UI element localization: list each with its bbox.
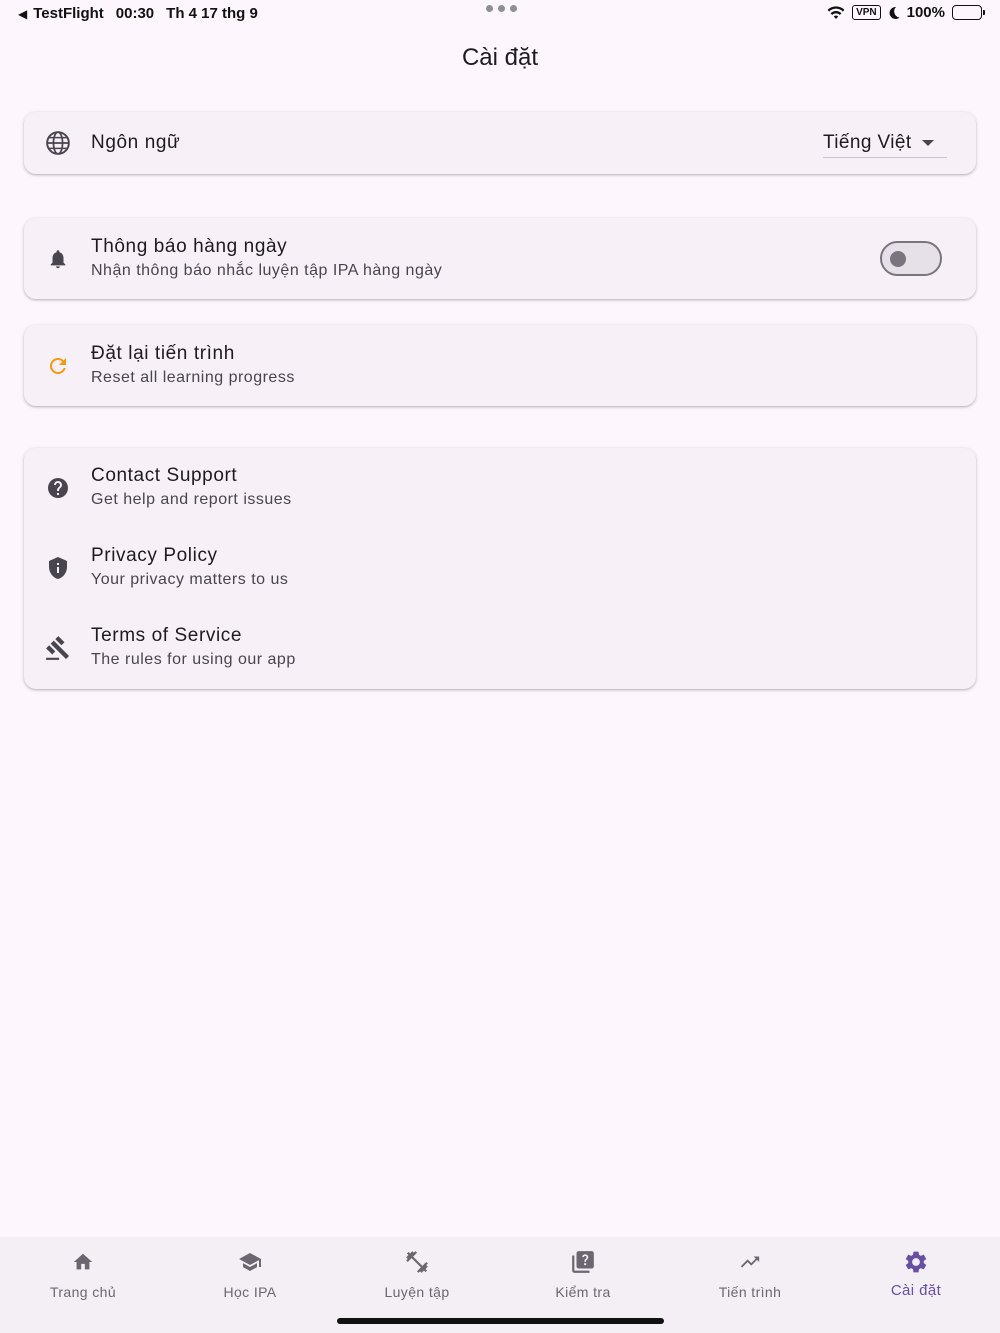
page-title: Cài đặt [461, 44, 539, 71]
nav-item-settings[interactable]: Cài đặt [846, 1249, 986, 1299]
status-date: Th 4 17 thg 9 [166, 5, 258, 22]
nav-label-test: Kiểm tra [555, 1284, 611, 1300]
notifications-row[interactable]: Thông báo hàng ngày Nhận thông báo nhắc … [24, 218, 976, 299]
shield-info-icon [45, 555, 71, 581]
refresh-icon [45, 353, 71, 379]
back-arrow-icon[interactable]: ◀ [18, 7, 27, 21]
status-bar: ◀ TestFlight 00:30 Th 4 17 thg 9 VPN 100… [0, 0, 1000, 28]
terms-of-service-text: Terms of Service The rules for using our… [91, 624, 296, 672]
trending-up-icon [680, 1249, 820, 1275]
home-indicator[interactable] [337, 1318, 664, 1324]
language-selected-value: Tiếng Việt [823, 131, 912, 153]
home-icon [13, 1249, 153, 1275]
reset-text: Đặt lại tiến trình Reset all learning pr… [91, 342, 295, 390]
privacy-policy-text: Privacy Policy Your privacy matters to u… [91, 544, 288, 592]
vpn-badge: VPN [852, 5, 881, 20]
nav-label-practice: Luyện tập [384, 1284, 450, 1300]
dropdown-arrow-icon [921, 139, 934, 146]
wifi-icon [827, 5, 845, 19]
privacy-policy-row[interactable]: Privacy Policy Your privacy matters to u… [24, 528, 976, 608]
nav-label-progress: Tiến trình [718, 1284, 782, 1300]
privacy-policy-subtitle: Your privacy matters to us [91, 571, 289, 588]
contact-support-row[interactable]: Contact Support Get help and report issu… [24, 448, 976, 528]
nav-item-practice[interactable]: Luyện tập [347, 1249, 487, 1300]
language-text: Ngôn ngữ [91, 131, 180, 155]
nav-label-home: Trang chủ [49, 1284, 117, 1300]
bell-icon [45, 246, 71, 272]
contact-support-subtitle: Get help and report issues [91, 491, 292, 508]
globe-icon [45, 130, 71, 156]
language-label: Ngôn ngữ [91, 132, 181, 153]
quiz-icon [513, 1249, 653, 1275]
info-card: Contact Support Get help and report issu… [24, 448, 976, 689]
gear-icon [846, 1249, 986, 1275]
notifications-subtitle: Nhận thông báo nhắc luyện tập IPA hàng n… [91, 261, 443, 279]
toggle-knob [890, 250, 906, 267]
gavel-icon [45, 635, 71, 661]
terms-of-service-row[interactable]: Terms of Service The rules for using our… [24, 608, 976, 688]
reset-row[interactable]: Đặt lại tiến trình Reset all learning pr… [24, 325, 976, 406]
status-right: VPN 100% [827, 4, 985, 21]
battery-percent: 100% [906, 4, 945, 21]
nav-item-test[interactable]: Kiểm tra [513, 1249, 653, 1300]
contact-support-text: Contact Support Get help and report issu… [91, 464, 292, 512]
moon-icon [889, 6, 900, 19]
nav-label-learn-ipa: Học IPA [223, 1284, 277, 1300]
nav-item-learn-ipa[interactable]: Học IPA [180, 1249, 320, 1300]
contact-support-title: Contact Support [91, 465, 238, 486]
terms-of-service-title: Terms of Service [91, 625, 243, 646]
reset-card: Đặt lại tiến trình Reset all learning pr… [24, 325, 976, 406]
nav-item-progress[interactable]: Tiến trình [680, 1249, 820, 1300]
notifications-card: Thông báo hàng ngày Nhận thông báo nhắc … [24, 218, 976, 299]
status-left: ◀ TestFlight 00:30 Th 4 17 thg 9 [18, 5, 258, 22]
help-circle-icon [45, 475, 71, 501]
back-app-label[interactable]: TestFlight [33, 5, 104, 22]
language-dropdown[interactable]: Tiếng Việt [823, 128, 947, 158]
reset-subtitle: Reset all learning progress [91, 368, 295, 386]
fitness-icon [347, 1249, 487, 1275]
notifications-toggle[interactable] [880, 241, 942, 276]
notifications-title: Thông báo hàng ngày [91, 235, 288, 257]
terms-of-service-subtitle: The rules for using our app [91, 651, 296, 668]
language-card: Ngôn ngữ Tiếng Việt [24, 112, 976, 174]
status-time: 00:30 [115, 5, 155, 22]
multitasking-dots[interactable] [486, 5, 517, 12]
battery-icon [952, 5, 985, 20]
nav-label-settings: Cài đặt [890, 1282, 942, 1299]
school-icon [180, 1249, 320, 1275]
notifications-text: Thông báo hàng ngày Nhận thông báo nhắc … [91, 235, 442, 283]
reset-title: Đặt lại tiến trình [91, 342, 235, 364]
privacy-policy-title: Privacy Policy [91, 545, 218, 566]
nav-item-home[interactable]: Trang chủ [13, 1249, 153, 1300]
